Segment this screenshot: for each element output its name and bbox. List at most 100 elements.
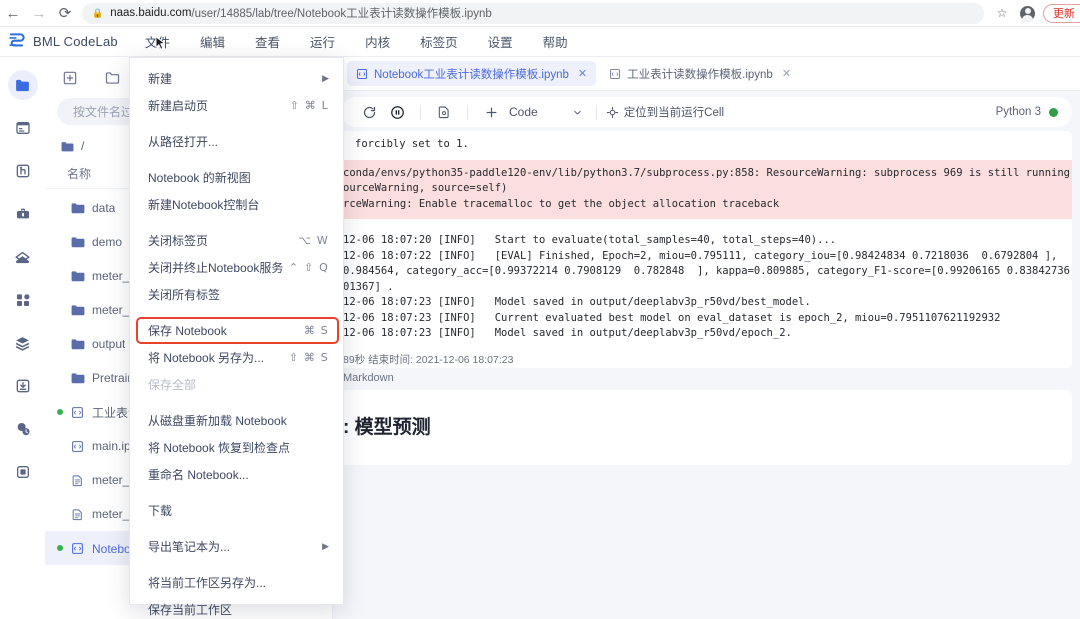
log-line: 12-06 18:07:20 [INFO] Start to evaluate(… xyxy=(343,234,837,246)
notebook-icon xyxy=(357,68,367,79)
kernel-status-dot xyxy=(57,341,63,347)
url-path: /user/14885/lab/tree/Notebook工业表计读数操作模板.… xyxy=(191,8,492,20)
log-output-block: 12-06 18:07:20 [INFO] Start to evaluate(… xyxy=(341,233,1072,342)
address-bar[interactable]: 🔒 naas.baidu.com/user/14885/lab/tree/Not… xyxy=(82,2,984,24)
menu-item-save-notebook[interactable]: 保存 Notebook ⌘ S xyxy=(130,317,343,344)
menu-separator xyxy=(130,398,343,407)
version-control-icon[interactable] xyxy=(8,414,38,444)
menu-tabs[interactable]: 标签页 xyxy=(405,27,473,57)
close-icon[interactable]: ✕ xyxy=(578,67,587,80)
log-line: 12-06 18:07:23 [INFO] Model saved in out… xyxy=(343,327,792,339)
menu-item-save-notebook-as[interactable]: 将 Notebook 另存为... ⇧ ⌘ S xyxy=(130,344,343,371)
warning-line: ourceWarning, source=self) xyxy=(343,182,508,194)
add-cell-icon[interactable] xyxy=(477,101,505,123)
locate-target-icon xyxy=(606,106,618,118)
menu-run[interactable]: 运行 xyxy=(295,27,350,57)
menu-item-open-from-path[interactable]: 从路径打开... xyxy=(130,128,343,155)
kernel-status-dot xyxy=(57,545,63,551)
menu-item-save-current-workspace[interactable]: 保存当前工作区 xyxy=(130,596,343,619)
notebook-tabbar: Notebook工业表计读数操作模板.ipynb ✕ 工业表计读数操作模板.ip… xyxy=(333,57,1080,91)
forward-arrow-icon[interactable]: → xyxy=(26,2,52,24)
new-launcher-icon[interactable] xyxy=(59,67,80,88)
notebook-tab[interactable]: 工业表计读数操作模板.ipynb ✕ xyxy=(600,61,800,86)
menu-item-new-notebook-console[interactable]: 新建Notebook控制台 xyxy=(130,191,343,218)
menu-item-save-workspace-as[interactable]: 将当前工作区另存为... xyxy=(130,569,343,596)
kernel-indicator[interactable]: Python 3 xyxy=(996,106,1058,118)
git-branch-icon[interactable] xyxy=(8,156,38,186)
envelope-icon[interactable] xyxy=(8,242,38,272)
cell-execution-meta: 89秒 结束时间: 2021-12-06 18:07:23 xyxy=(343,353,514,366)
menu-item-label: 新建 xyxy=(148,72,173,86)
toolbox-icon[interactable] xyxy=(8,199,38,229)
menu-item-rename-notebook[interactable]: 重命名 Notebook... xyxy=(130,461,343,488)
menu-item-label: 关闭所有标签 xyxy=(148,288,221,302)
tab-label: 工业表计读数操作模板.ipynb xyxy=(627,68,773,81)
file-name: demo xyxy=(92,235,123,249)
update-button[interactable]: 更新 xyxy=(1043,3,1080,23)
menu-item-close-all-tabs[interactable]: 关闭所有标签 xyxy=(130,281,343,308)
kernel-status-dot xyxy=(57,239,63,245)
output-cell[interactable]: forcibly set to 1. conda/envs/python35-p… xyxy=(341,131,1072,368)
bml-codelab-logo xyxy=(9,33,25,47)
log-line: 01367] . xyxy=(343,280,394,293)
datasets-layers-icon[interactable] xyxy=(8,328,38,358)
file-browser-icon[interactable] xyxy=(7,70,38,100)
menu-item-label: 将当前工作区另存为... xyxy=(148,576,267,590)
menu-item-label: 重命名 Notebook... xyxy=(148,468,249,482)
back-arrow-icon[interactable]: ← xyxy=(0,2,26,24)
menu-item-label: 新建启动页 xyxy=(148,99,209,113)
menu-item-reload-notebook-from-disk[interactable]: 从磁盘重新加载 Notebook xyxy=(130,407,343,434)
kernel-status-dot xyxy=(57,273,63,279)
chevron-down-icon xyxy=(573,110,581,115)
menu-item-close-tab[interactable]: 关闭标签页 ⌥ W xyxy=(130,227,343,254)
menu-item-new-launcher[interactable]: 新建启动页 ⇧ ⌘ L xyxy=(130,92,343,119)
notebook-tab-active[interactable]: Notebook工业表计读数操作模板.ipynb ✕ xyxy=(347,61,597,86)
menu-help[interactable]: 帮助 xyxy=(528,27,583,57)
kernel-status-dot xyxy=(57,443,63,449)
menu-item-shortcut: ⌃ ⇧ Q xyxy=(288,261,329,274)
kernel-status-dot xyxy=(57,205,63,211)
download-icon[interactable] xyxy=(8,371,38,401)
locate-running-cell-button[interactable]: 定位到当前运行Cell xyxy=(606,104,724,120)
menu-item-revert-notebook-to-checkpoint[interactable]: 将 Notebook 恢复到检查点 xyxy=(130,434,343,461)
hardware-chip-icon[interactable] xyxy=(8,457,38,487)
close-icon[interactable]: ✕ xyxy=(782,67,791,80)
reload-icon[interactable]: ⟳ xyxy=(52,2,78,24)
menu-settings[interactable]: 设置 xyxy=(473,27,528,57)
restart-kernel-icon[interactable] xyxy=(355,101,383,123)
running-terminals-icon[interactable] xyxy=(8,113,38,143)
file-name: data xyxy=(92,201,116,215)
warning-line: conda/envs/python35-paddle120-env/lib/py… xyxy=(343,166,1070,179)
output-line: forcibly set to 1. xyxy=(355,138,469,150)
menu-item-download[interactable]: 下载 xyxy=(130,497,343,524)
menu-item-export-notebook-as[interactable]: 导出笔记本为... ▶ xyxy=(130,533,343,560)
toolbar-divider xyxy=(595,104,597,120)
bookmark-star-icon[interactable]: ☆ xyxy=(992,6,1012,20)
menu-item-shortcut: ⌥ W xyxy=(298,234,329,247)
menu-item-label: 从磁盘重新加载 Notebook xyxy=(148,414,287,428)
menu-item-new-notebook-view[interactable]: Notebook 的新视图 xyxy=(130,164,343,191)
notebook-area: Notebook工业表计读数操作模板.ipynb ✕ 工业表计读数操作模板.ip… xyxy=(333,57,1080,619)
cell-type-value: Code xyxy=(509,105,538,119)
markdown-cell[interactable]: : 模型预测 xyxy=(341,390,1072,465)
cell-type-select[interactable]: Code xyxy=(505,105,587,119)
notebook-icon xyxy=(70,541,85,556)
menu-edit[interactable]: 编辑 xyxy=(185,27,240,57)
menu-separator xyxy=(130,119,343,128)
menu-item-label: 从路径打开... xyxy=(148,135,219,149)
save-snapshot-icon[interactable] xyxy=(430,101,458,123)
profile-avatar-icon[interactable] xyxy=(1020,5,1035,22)
notebook-toolbar: Code 定位到当前运行Cell Python 3 xyxy=(341,97,1072,127)
menu-kernel[interactable]: 内核 xyxy=(350,27,405,57)
menu-item-close-shutdown-notebook[interactable]: 关闭并终止Notebook服务 ⌃ ⇧ Q xyxy=(130,254,343,281)
extensions-icon[interactable] xyxy=(8,285,38,315)
menu-item-new[interactable]: 新建 ▶ xyxy=(130,65,343,92)
folder-icon xyxy=(70,235,85,250)
menu-item-shortcut: ⇧ ⌘ L xyxy=(289,99,329,112)
interrupt-kernel-icon[interactable] xyxy=(383,101,411,123)
new-folder-icon[interactable] xyxy=(102,67,123,88)
lock-icon: 🔒 xyxy=(92,7,104,18)
menu-view[interactable]: 查看 xyxy=(240,27,295,57)
kernel-status-dot xyxy=(57,477,63,483)
folder-icon xyxy=(70,371,85,386)
